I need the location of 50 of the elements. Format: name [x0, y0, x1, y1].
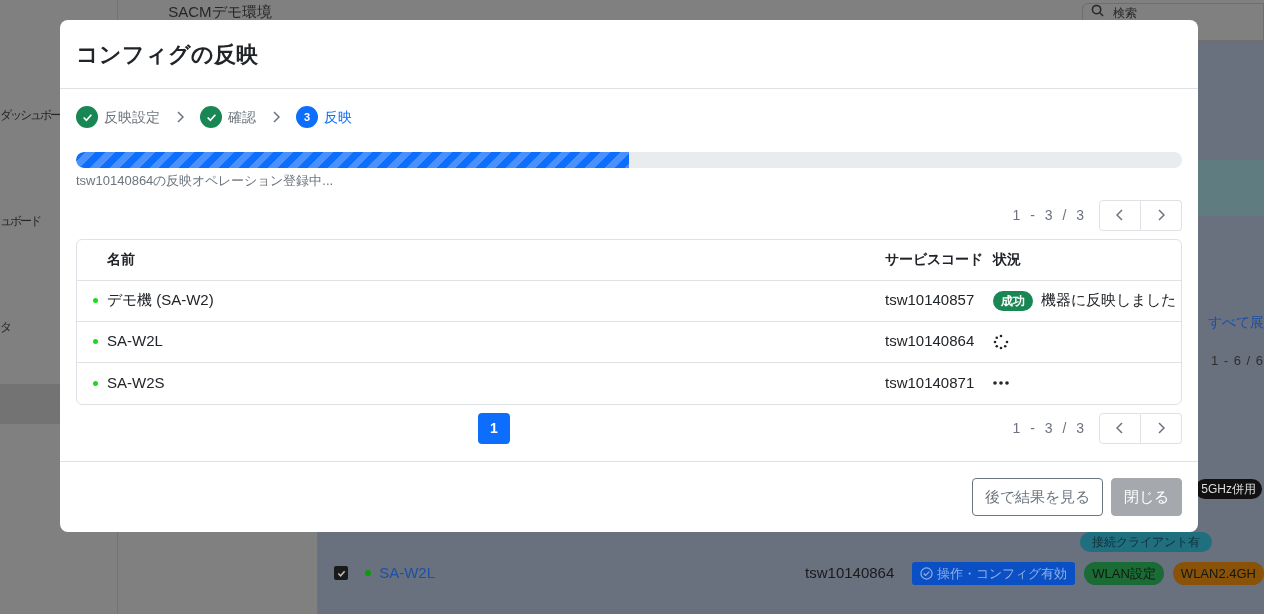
- step-indicator: 3: [296, 106, 318, 128]
- chevron-right-icon: [1157, 422, 1165, 434]
- next-page-button[interactable]: [1141, 412, 1182, 444]
- chevron-left-icon: [1116, 422, 1124, 434]
- service-code: tsw10140871: [885, 372, 976, 393]
- service-code: tsw10140864: [805, 563, 895, 583]
- tag: WLAN2.4GH: [1172, 561, 1264, 585]
- chevron-right-icon: [1157, 209, 1165, 221]
- chevron-left-icon: [1116, 209, 1124, 221]
- device-name: デモ機 (SA-W2): [107, 290, 215, 311]
- sidebar-item[interactable]: ュボード: [0, 212, 40, 230]
- step-label: 反映設定: [104, 107, 160, 127]
- check-circle-icon: [920, 566, 934, 580]
- previous-page-button[interactable]: [1099, 199, 1141, 231]
- row-checkbox[interactable]: [334, 566, 349, 581]
- search-icon: [1091, 4, 1104, 17]
- column-header: サービスコード: [885, 250, 984, 269]
- service-code: tsw10140857: [885, 290, 976, 311]
- step-label: 確認: [228, 107, 256, 127]
- pagination-range: 1 - 3 / 3: [1012, 418, 1087, 438]
- pagination-range: 1 - 3 / 3: [1012, 205, 1087, 225]
- device-name: SA-W2S: [107, 372, 166, 393]
- view-later-button[interactable]: 後で結果を見る: [972, 478, 1103, 516]
- search-field[interactable]: 検索: [1082, 3, 1264, 41]
- sidebar-item[interactable]: タ: [0, 318, 10, 336]
- progress-message: tsw10140864の反映オペレーション登録中...: [76, 172, 335, 190]
- status-badge: 成功: [993, 290, 1033, 311]
- service-code: tsw10140864: [885, 331, 976, 352]
- step-label: 反映: [324, 107, 352, 127]
- chevron-right-icon: [272, 111, 280, 123]
- next-page-button[interactable]: [1141, 199, 1182, 231]
- status-message: 機器に反映しました: [1041, 290, 1176, 311]
- pagination-range: 1 - 6 / 6: [1210, 352, 1264, 370]
- dialog-title: コンフィグの反映: [76, 40, 258, 69]
- tag: 接続クライアント有: [1080, 531, 1212, 552]
- tag: WLAN設定: [1084, 561, 1164, 585]
- check-icon: [336, 568, 346, 578]
- environment-title: SACMデモ環境: [168, 4, 272, 19]
- check-icon: [81, 111, 93, 123]
- column-header: 名前: [107, 250, 136, 269]
- device-name: SA-W2L: [107, 331, 164, 352]
- more-dots-icon: [993, 381, 1009, 385]
- column-header: 状況: [993, 250, 1021, 269]
- previous-page-button[interactable]: [1099, 412, 1141, 444]
- tag: 操作・コンフィグ有効: [912, 561, 1076, 585]
- tag: 5GHz併用: [1195, 478, 1262, 499]
- page-button[interactable]: 1: [478, 412, 510, 444]
- check-icon: [205, 111, 217, 123]
- spinner-icon: [993, 333, 1009, 350]
- chevron-right-icon: [176, 111, 184, 123]
